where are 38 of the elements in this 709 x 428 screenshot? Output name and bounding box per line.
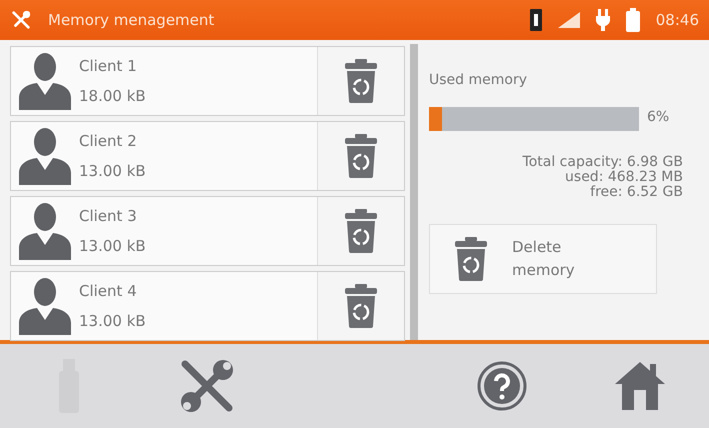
client-name: Client 2 [79,130,138,152]
trash-icon [454,237,488,281]
person-icon [19,277,71,335]
delete-button[interactable] [318,47,404,115]
clock: 08:46 [656,10,699,31]
tools-icon[interactable] [179,358,235,414]
person-icon [19,202,71,260]
delete-button[interactable] [318,122,404,190]
scrollbar[interactable] [410,44,418,340]
client-size: 13.00 kB [79,161,146,182]
client-name: Client 3 [79,206,138,226]
section-label: Used memory [429,71,528,90]
stat-line: Total capacity: 6.98 GB [522,155,683,170]
person-icon [19,127,71,185]
signal-icon [558,12,580,28]
trash-icon [344,284,378,328]
tools-icon[interactable] [10,9,32,31]
client-name: Client 1 [79,56,138,76]
client-size: 18.00 kB [79,86,146,107]
trash-icon [344,134,378,178]
plug-icon [596,9,610,31]
delete-button[interactable] [318,197,404,265]
trash-icon [344,59,378,103]
memory-card-icon [530,9,542,31]
client-size: 13.00 kB [79,311,146,332]
delete-memory-button[interactable]: Delete memory [429,224,657,294]
stat-line: free: 6.52 GB [590,185,683,200]
battery-icon [626,8,640,32]
window-title: Memory menagement [48,10,216,31]
client-name: Client 4 [79,280,138,302]
help-icon[interactable] [477,361,527,411]
delete-button[interactable] [318,272,404,340]
person-icon [19,52,71,110]
percent-label: 6% [647,108,670,127]
trash-icon [344,209,378,253]
home-icon[interactable] [615,362,665,410]
client-size: 13.00 kB [79,236,146,257]
stat-line: used: 468.23 MB [565,170,683,185]
